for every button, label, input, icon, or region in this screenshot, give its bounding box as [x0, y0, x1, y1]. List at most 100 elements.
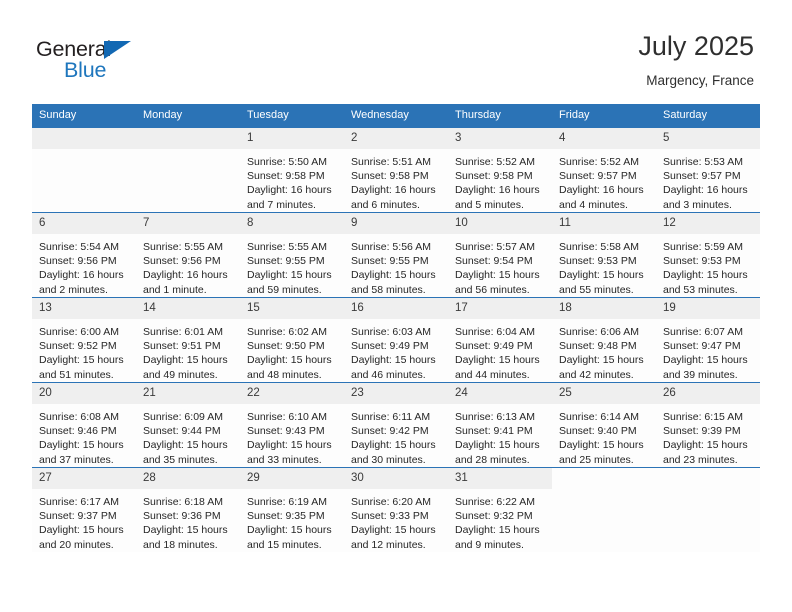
- sunrise-line: Sunrise: 5:57 AM: [455, 241, 535, 253]
- calendar-day-cell[interactable]: 6 Sunrise: 5:54 AM Sunset: 9:56 PM Daylight…: [32, 212, 136, 298]
- calendar-day-cell[interactable]: 12 Sunrise: 5:59 AM Sunset: 9:53 PM Dayligh…: [656, 212, 760, 298]
- calendar-day-cell[interactable]: 25 Sunrise: 6:14 AM Sunset: 9:40 PM Dayligh…: [552, 382, 656, 468]
- daylight-line-1: Daylight: 15 hours: [351, 269, 436, 282]
- day-number: 22: [240, 383, 344, 404]
- calendar-day-cell[interactable]: 31 Sunrise: 6:22 AM Sunset: 9:32 PM Dayligh…: [448, 467, 552, 552]
- day-number: 28: [136, 468, 240, 489]
- calendar-day-cell[interactable]: 19 Sunrise: 6:07 AM Sunset: 9:47 PM Dayligh…: [656, 297, 760, 383]
- sunset-line: Sunset: 9:56 PM: [143, 255, 221, 268]
- sunrise-line: Sunrise: 6:17 AM: [39, 496, 119, 508]
- calendar-day-cell[interactable]: 4 Sunrise: 5:52 AM Sunset: 9:57 PM Daylight…: [552, 127, 656, 213]
- day-details: Sunrise: 5:57 AM Sunset: 9:54 PM Daylight:…: [448, 234, 552, 297]
- calendar-day-cell[interactable]: 7 Sunrise: 5:55 AM Sunset: 9:56 PM Daylight…: [136, 212, 240, 298]
- sunrise-line: Sunrise: 5:52 AM: [455, 156, 535, 168]
- daylight-line-1: Daylight: 15 hours: [351, 524, 436, 537]
- logo-triangle-icon: [104, 41, 131, 59]
- sunset-line: Sunset: 9:58 PM: [351, 170, 429, 183]
- daylight-line-2: and 23 minutes.: [663, 453, 738, 466]
- calendar-day-cell[interactable]: 9 Sunrise: 5:56 AM Sunset: 9:55 PM Daylight…: [344, 212, 448, 298]
- daylight-line-2: and 7 minutes.: [247, 198, 316, 211]
- daylight-line-1: Daylight: 15 hours: [247, 524, 332, 537]
- day-details: Sunrise: 6:03 AM Sunset: 9:49 PM Daylight:…: [344, 319, 448, 382]
- calendar-day-cell[interactable]: 1 Sunrise: 5:50 AM Sunset: 9:58 PM Daylight…: [240, 127, 344, 213]
- calendar-week-row: 1 Sunrise: 5:50 AM Sunset: 9:58 PM Daylight…: [32, 127, 760, 213]
- daylight-line-1: Daylight: 16 hours: [143, 269, 228, 282]
- sunrise-line: Sunrise: 5:51 AM: [351, 156, 431, 168]
- sunset-line: Sunset: 9:50 PM: [247, 340, 325, 353]
- sunset-line: Sunset: 9:51 PM: [143, 340, 221, 353]
- calendar-day-cell[interactable]: 23 Sunrise: 6:11 AM Sunset: 9:42 PM Dayligh…: [344, 382, 448, 468]
- daylight-line-2: and 56 minutes.: [455, 283, 530, 296]
- sunset-line: Sunset: 9:33 PM: [351, 510, 429, 523]
- calendar-day-cell[interactable]: 2 Sunrise: 5:51 AM Sunset: 9:58 PM Daylight…: [344, 127, 448, 213]
- calendar-day-cell[interactable]: 10 Sunrise: 5:57 AM Sunset: 9:54 PM Dayligh…: [448, 212, 552, 298]
- calendar-day-cell[interactable]: 16 Sunrise: 6:03 AM Sunset: 9:49 PM Dayligh…: [344, 297, 448, 383]
- day-number: 24: [448, 383, 552, 404]
- weekday-header-sunday: Sunday: [32, 104, 136, 128]
- daylight-line-2: and 53 minutes.: [663, 283, 738, 296]
- sunset-line: Sunset: 9:58 PM: [247, 170, 325, 183]
- calendar-day-cell[interactable]: 3 Sunrise: 5:52 AM Sunset: 9:58 PM Daylight…: [448, 127, 552, 213]
- calendar-day-cell[interactable]: 24 Sunrise: 6:13 AM Sunset: 9:41 PM Dayligh…: [448, 382, 552, 468]
- sunrise-line: Sunrise: 6:07 AM: [663, 326, 743, 338]
- day-details: Sunrise: 5:59 AM Sunset: 9:53 PM Daylight:…: [656, 234, 760, 297]
- daylight-line-1: Daylight: 15 hours: [663, 269, 748, 282]
- daylight-line-1: Daylight: 15 hours: [559, 269, 644, 282]
- day-number: 2: [344, 128, 448, 149]
- day-number: 4: [552, 128, 656, 149]
- title-block: July 2025 Margency, France: [638, 30, 754, 90]
- daylight-line-1: Daylight: 15 hours: [351, 439, 436, 452]
- day-details: Sunrise: 6:19 AM Sunset: 9:35 PM Daylight:…: [240, 489, 344, 552]
- day-number: [32, 128, 136, 149]
- calendar-header-row: Sunday Monday Tuesday Wednesday Thursday Frid…: [32, 104, 760, 128]
- calendar-day-cell[interactable]: 26 Sunrise: 6:15 AM Sunset: 9:39 PM Dayligh…: [656, 382, 760, 468]
- calendar-day-cell[interactable]: 17 Sunrise: 6:04 AM Sunset: 9:49 PM Dayligh…: [448, 297, 552, 383]
- sunrise-line: Sunrise: 6:22 AM: [455, 496, 535, 508]
- sunset-line: Sunset: 9:32 PM: [455, 510, 533, 523]
- calendar-day-cell[interactable]: 29 Sunrise: 6:19 AM Sunset: 9:35 PM Dayligh…: [240, 467, 344, 552]
- calendar-day-cell[interactable]: 18 Sunrise: 6:06 AM Sunset: 9:48 PM Dayligh…: [552, 297, 656, 383]
- calendar-day-cell[interactable]: 20 Sunrise: 6:08 AM Sunset: 9:46 PM Dayligh…: [32, 382, 136, 468]
- calendar-day-cell[interactable]: 13 Sunrise: 6:00 AM Sunset: 9:52 PM Dayligh…: [32, 297, 136, 383]
- sunset-line: Sunset: 9:39 PM: [663, 425, 741, 438]
- calendar-day-cell[interactable]: 8 Sunrise: 5:55 AM Sunset: 9:55 PM Daylight…: [240, 212, 344, 298]
- day-details: Sunrise: 6:08 AM Sunset: 9:46 PM Daylight:…: [32, 404, 136, 467]
- day-details: Sunrise: 5:52 AM Sunset: 9:58 PM Daylight:…: [448, 149, 552, 212]
- daylight-line-2: and 49 minutes.: [143, 368, 218, 381]
- weekday-header-tuesday: Tuesday: [240, 104, 344, 128]
- day-number: 5: [656, 128, 760, 149]
- daylight-line-1: Daylight: 15 hours: [143, 439, 228, 452]
- day-number: 3: [448, 128, 552, 149]
- day-number: 1: [240, 128, 344, 149]
- daylight-line-1: Daylight: 15 hours: [247, 354, 332, 367]
- day-details: Sunrise: 5:56 AM Sunset: 9:55 PM Daylight:…: [344, 234, 448, 297]
- page-subtitle: Margency, France: [646, 73, 754, 88]
- daylight-line-2: and 30 minutes.: [351, 453, 426, 466]
- calendar-day-cell[interactable]: 11 Sunrise: 5:58 AM Sunset: 9:53 PM Dayligh…: [552, 212, 656, 298]
- weekday-header-monday: Monday: [136, 104, 240, 128]
- day-number: 7: [136, 213, 240, 234]
- daylight-line-2: and 18 minutes.: [143, 538, 218, 551]
- day-number: 18: [552, 298, 656, 319]
- daylight-line-1: Daylight: 16 hours: [455, 184, 540, 197]
- calendar-day-cell[interactable]: 28 Sunrise: 6:18 AM Sunset: 9:36 PM Dayligh…: [136, 467, 240, 552]
- sunrise-line: Sunrise: 5:54 AM: [39, 241, 119, 253]
- day-details: Sunrise: 5:54 AM Sunset: 9:56 PM Daylight:…: [32, 234, 136, 297]
- daylight-line-2: and 48 minutes.: [247, 368, 322, 381]
- day-details: Sunrise: 5:51 AM Sunset: 9:58 PM Daylight:…: [344, 149, 448, 212]
- weekday-header-thursday: Thursday: [448, 104, 552, 128]
- day-details: Sunrise: 6:06 AM Sunset: 9:48 PM Daylight:…: [552, 319, 656, 382]
- calendar-day-cell[interactable]: 5 Sunrise: 5:53 AM Sunset: 9:57 PM Daylight…: [656, 127, 760, 213]
- calendar-day-cell[interactable]: 14 Sunrise: 6:01 AM Sunset: 9:51 PM Dayligh…: [136, 297, 240, 383]
- calendar-day-cell[interactable]: 27 Sunrise: 6:17 AM Sunset: 9:37 PM Dayligh…: [32, 467, 136, 552]
- calendar-day-cell[interactable]: 21 Sunrise: 6:09 AM Sunset: 9:44 PM Dayligh…: [136, 382, 240, 468]
- day-number: 6: [32, 213, 136, 234]
- weekday-header-saturday: Saturday: [656, 104, 760, 128]
- day-details: Sunrise: 6:01 AM Sunset: 9:51 PM Daylight:…: [136, 319, 240, 382]
- calendar-day-cell-empty: [136, 127, 240, 213]
- calendar-day-cell[interactable]: 30 Sunrise: 6:20 AM Sunset: 9:33 PM Dayligh…: [344, 467, 448, 552]
- calendar-day-cell[interactable]: 22 Sunrise: 6:10 AM Sunset: 9:43 PM Dayligh…: [240, 382, 344, 468]
- daylight-line-1: Daylight: 15 hours: [663, 354, 748, 367]
- calendar-day-cell[interactable]: 15 Sunrise: 6:02 AM Sunset: 9:50 PM Dayligh…: [240, 297, 344, 383]
- sunset-line: Sunset: 9:55 PM: [247, 255, 325, 268]
